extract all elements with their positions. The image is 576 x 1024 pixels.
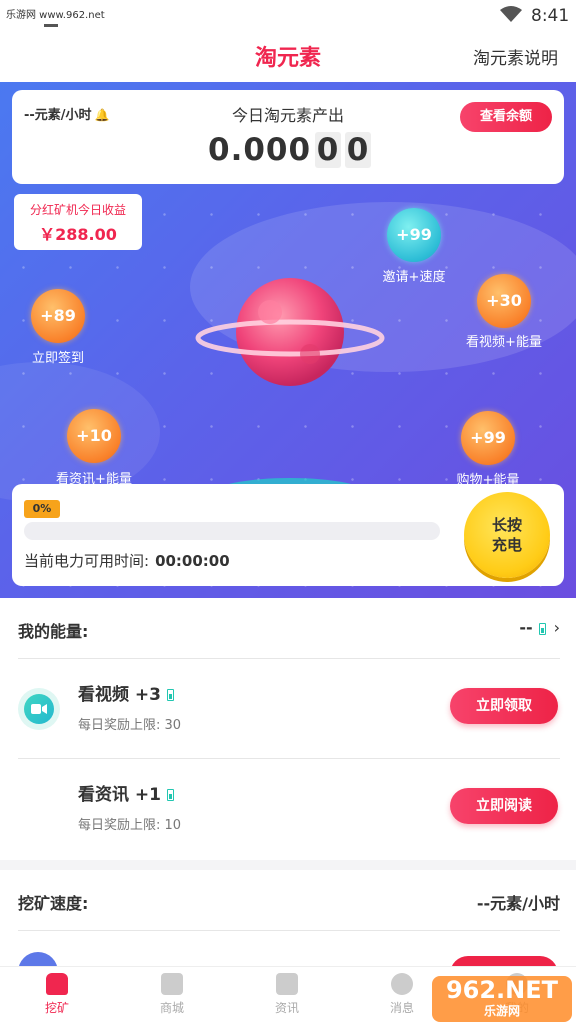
speed-section: 挖矿速度: --元素/小时: [0, 870, 576, 992]
chevron-right-icon: ›: [553, 618, 560, 637]
chat-icon: [391, 973, 413, 995]
header: 淘元素 淘元素说明: [0, 30, 576, 82]
output-digit: 0: [315, 132, 342, 168]
home-icon: [46, 973, 68, 995]
claim-button[interactable]: 立即领取: [450, 688, 558, 724]
dividend-label: 分红矿机今日收益: [29, 203, 126, 217]
signin-bubble[interactable]: +89: [31, 289, 85, 343]
signin-bubble-label: 立即签到: [31, 351, 84, 366]
video-bubble-label: 看视频+能量: [466, 335, 542, 350]
progress-percent: 0%: [24, 500, 60, 518]
task-limit: 每日奖励上限: 10: [78, 818, 182, 833]
energy-section: 我的能量: -- › 看视频 +3 每日奖励上限: 30 立即领取 看资讯 +1 …: [0, 598, 576, 860]
video-bubble[interactable]: +30: [477, 274, 531, 328]
energy-title: 我的能量:: [18, 622, 89, 641]
status-time: 8:41: [531, 6, 570, 26]
nav-item-news[interactable]: 资讯: [247, 973, 327, 1016]
invite-bubble[interactable]: +99: [387, 208, 441, 262]
battery-icon: [167, 789, 174, 801]
status-dash: [44, 24, 58, 27]
battery-icon: [538, 622, 546, 635]
shopping-bag-icon: [161, 973, 183, 995]
divider: [18, 930, 560, 931]
wifi-icon: [500, 6, 522, 22]
read-button[interactable]: 立即阅读: [450, 788, 558, 824]
battery-icon: [167, 689, 174, 701]
document-icon: [276, 973, 298, 995]
output-digit: 0: [345, 132, 372, 168]
power-time: 00:00:00: [155, 552, 230, 570]
power-progress-bar: [24, 522, 440, 540]
watermark-logo: 962.NET 乐游网: [432, 976, 572, 1022]
dividend-card[interactable]: 分红矿机今日收益 ￥288.00: [14, 194, 142, 250]
shopping-bubble[interactable]: +99: [461, 411, 515, 465]
check-balance-button[interactable]: 查看余额: [460, 102, 552, 132]
power-time-text: 当前电力可用时间: 00:00:00: [24, 552, 230, 570]
nav-item-messages[interactable]: 消息: [362, 973, 442, 1016]
nav-item-mining[interactable]: 挖矿: [17, 973, 97, 1016]
mining-hero: --元素/小时 🔔 今日淘元素产出 0.000 0 0 查看余额 分红矿机今日收益 ￥…: [0, 82, 576, 598]
output-value: 0.000 0 0: [208, 132, 372, 168]
task-title: 看视频 +3: [78, 680, 174, 705]
dividend-amount: ￥288.00: [39, 225, 117, 244]
task-row-video: 看视频 +3 每日奖励上限: 30 立即领取: [0, 658, 576, 758]
speed-value: --元素/小时: [476, 894, 560, 913]
video-camera-icon: [18, 688, 60, 730]
nav-item-mall[interactable]: 商城: [132, 973, 212, 1016]
energy-value-link[interactable]: -- ›: [519, 618, 560, 637]
help-link[interactable]: 淘元素说明: [473, 44, 558, 69]
task-title: 看资讯 +1: [78, 780, 174, 805]
task-limit: 每日奖励上限: 30: [78, 718, 182, 733]
news-bubble[interactable]: +10: [67, 409, 121, 463]
status-bar: 乐游网 www.962.net 8:41: [0, 0, 576, 30]
output-card: --元素/小时 🔔 今日淘元素产出 0.000 0 0 查看余额: [12, 90, 564, 184]
task-row-news: 看资讯 +1 每日奖励上限: 10 立即阅读: [0, 758, 576, 858]
speed-title: 挖矿速度:: [18, 894, 89, 913]
charge-card: 0% 当前电力可用时间: 00:00:00 长按 充电: [12, 484, 564, 586]
status-watermark: 乐游网 www.962.net: [6, 10, 105, 21]
long-press-charge-button[interactable]: 长按 充电: [464, 492, 550, 578]
